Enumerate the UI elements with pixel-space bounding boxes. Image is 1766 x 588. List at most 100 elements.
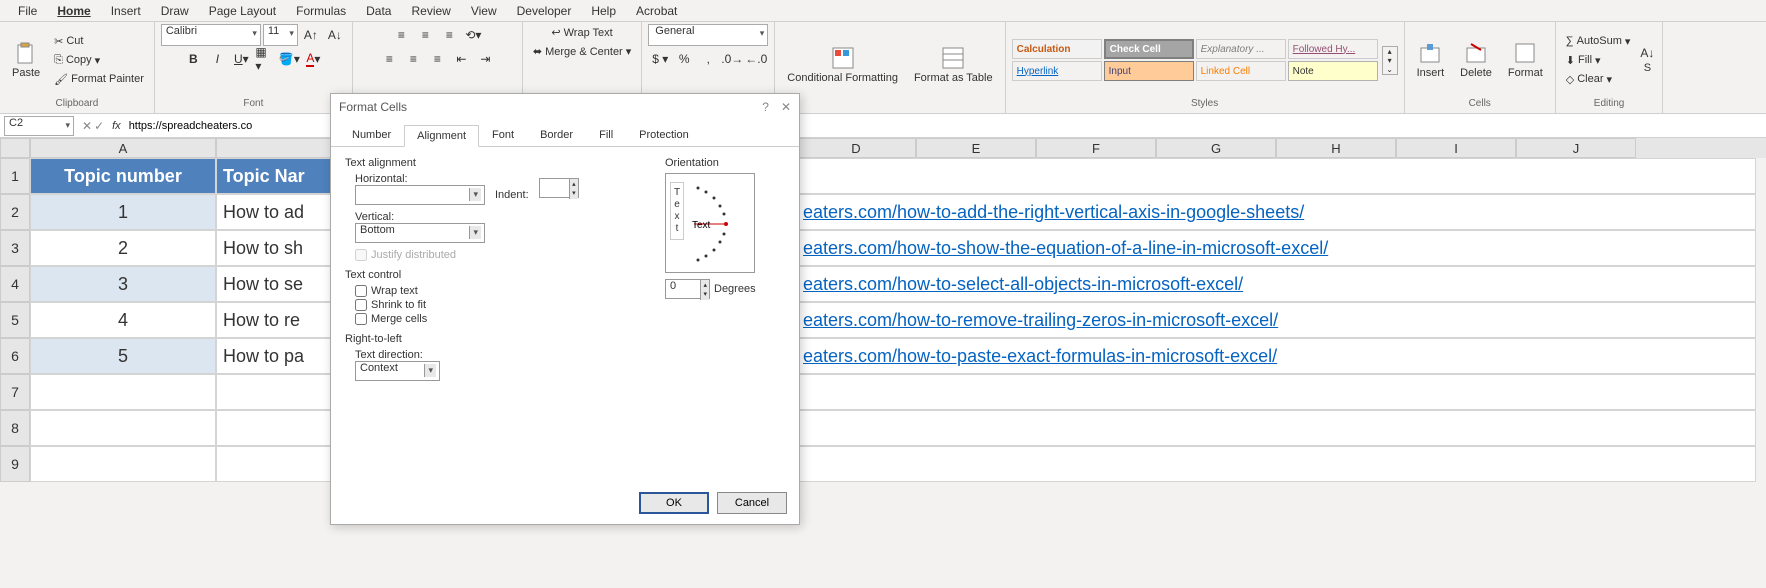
row-header-2[interactable]: 2: [0, 194, 30, 230]
cell-A8[interactable]: [30, 410, 216, 446]
number-format-select[interactable]: General: [648, 24, 768, 46]
col-header-E[interactable]: E: [916, 138, 1036, 158]
style-explanatory[interactable]: Explanatory ...: [1196, 39, 1286, 59]
menu-file[interactable]: File: [8, 2, 47, 20]
comma-button[interactable]: ,: [697, 48, 719, 70]
align-top-button[interactable]: ≡: [390, 24, 412, 46]
cell-C1-overflow[interactable]: [796, 158, 1756, 194]
cell-A1[interactable]: Topic number: [30, 158, 216, 194]
row-header-6[interactable]: 6: [0, 338, 30, 374]
conditional-formatting-button[interactable]: Conditional Formatting: [781, 42, 904, 88]
indent-spinner[interactable]: [539, 178, 579, 198]
style-calculation[interactable]: Calculation: [1012, 39, 1102, 59]
row-header-5[interactable]: 5: [0, 302, 30, 338]
align-right-button[interactable]: ≡: [426, 48, 448, 70]
style-hyperlink[interactable]: Hyperlink: [1012, 61, 1102, 81]
menu-review[interactable]: Review: [401, 2, 460, 20]
tab-number[interactable]: Number: [339, 124, 404, 146]
percent-button[interactable]: %: [673, 48, 695, 70]
menu-view[interactable]: View: [461, 2, 507, 20]
cut-button[interactable]: ✂Cut: [50, 33, 148, 50]
cell-A4[interactable]: 3: [30, 266, 216, 302]
tab-alignment[interactable]: Alignment: [404, 125, 479, 147]
col-header-G[interactable]: G: [1156, 138, 1276, 158]
cell-C5[interactable]: eaters.com/how-to-remove-trailing-zeros-…: [796, 302, 1756, 338]
italic-button[interactable]: I: [206, 48, 228, 70]
fill-button[interactable]: ⬇ Fill ▾: [1562, 52, 1635, 69]
menu-formulas[interactable]: Formulas: [286, 2, 356, 20]
currency-button[interactable]: $ ▾: [649, 48, 671, 70]
align-left-button[interactable]: ≡: [378, 48, 400, 70]
dialog-close-icon[interactable]: ✕: [781, 100, 791, 114]
fill-color-button[interactable]: 🪣▾: [278, 48, 300, 70]
align-center-button[interactable]: ≡: [402, 48, 424, 70]
horizontal-combo[interactable]: [355, 185, 485, 205]
style-followed-hyperlink[interactable]: Followed Hy...: [1288, 39, 1378, 59]
tab-border[interactable]: Border: [527, 124, 586, 146]
select-all-corner[interactable]: [0, 138, 30, 158]
format-painter-button[interactable]: 🖌Format Painter: [50, 71, 148, 88]
menu-home[interactable]: Home: [47, 2, 100, 20]
menu-insert[interactable]: Insert: [101, 2, 151, 20]
col-header-I[interactable]: I: [1396, 138, 1516, 158]
col-header-J[interactable]: J: [1516, 138, 1636, 158]
cell-C4[interactable]: eaters.com/how-to-select-all-objects-in-…: [796, 266, 1756, 302]
fx-icon[interactable]: fx: [108, 120, 125, 132]
merge-center-button[interactable]: ⬌Merge & Center ▾: [529, 43, 635, 60]
row-header-7[interactable]: 7: [0, 374, 30, 410]
copy-button[interactable]: ⎘Copy ▾: [50, 52, 148, 69]
row-header-3[interactable]: 3: [0, 230, 30, 266]
font-name-select[interactable]: Calibri: [161, 24, 261, 46]
cell-C3[interactable]: eaters.com/how-to-show-the-equation-of-a…: [796, 230, 1756, 266]
insert-cells-button[interactable]: Insert: [1411, 37, 1451, 83]
row-header-8[interactable]: 8: [0, 410, 30, 446]
styles-more[interactable]: ▴▾⌄: [1382, 46, 1398, 75]
cell-A5[interactable]: 4: [30, 302, 216, 338]
paste-button[interactable]: Paste: [6, 37, 46, 83]
sort-filter-button[interactable]: A↓S: [1638, 46, 1656, 74]
font-color-button[interactable]: A▾: [302, 48, 324, 70]
decrease-font-button[interactable]: A↓: [324, 24, 346, 46]
decrease-decimal-button[interactable]: ←.0: [745, 48, 767, 70]
orientation-vertical-text[interactable]: Text: [670, 182, 684, 240]
text-direction-combo[interactable]: Context: [355, 361, 440, 381]
menu-developer[interactable]: Developer: [507, 2, 582, 20]
align-bottom-button[interactable]: ≡: [438, 24, 460, 46]
menu-page-layout[interactable]: Page Layout: [199, 2, 286, 20]
increase-font-button[interactable]: A↑: [300, 24, 322, 46]
border-button[interactable]: ▦ ▾: [254, 48, 276, 70]
delete-cells-button[interactable]: Delete: [1454, 37, 1498, 83]
tab-font[interactable]: Font: [479, 124, 527, 146]
menu-draw[interactable]: Draw: [151, 2, 199, 20]
cell-A3[interactable]: 2: [30, 230, 216, 266]
tab-fill[interactable]: Fill: [586, 124, 626, 146]
ok-button[interactable]: OK: [639, 492, 709, 514]
row-header-9[interactable]: 9: [0, 446, 30, 482]
style-note[interactable]: Note: [1288, 61, 1378, 81]
shrink-to-fit-checkbox[interactable]: [355, 299, 367, 311]
row-header-1[interactable]: 1: [0, 158, 30, 194]
style-input[interactable]: Input: [1104, 61, 1194, 81]
autosum-button[interactable]: ∑ AutoSum ▾: [1562, 33, 1635, 50]
underline-button[interactable]: U ▾: [230, 48, 252, 70]
bold-button[interactable]: B: [182, 48, 204, 70]
wrap-text-checkbox[interactable]: [355, 285, 367, 297]
col-header-A[interactable]: A: [30, 138, 216, 158]
name-box[interactable]: C2: [4, 116, 74, 136]
col-header-H[interactable]: H: [1276, 138, 1396, 158]
format-cells-button[interactable]: Format: [1502, 37, 1549, 83]
style-linked-cell[interactable]: Linked Cell: [1196, 61, 1286, 81]
menu-acrobat[interactable]: Acrobat: [626, 2, 687, 20]
format-as-table-button[interactable]: Format as Table: [908, 42, 999, 88]
increase-indent-button[interactable]: ⇥: [474, 48, 496, 70]
vertical-combo[interactable]: Bottom: [355, 223, 485, 243]
degrees-spinner[interactable]: 0: [665, 279, 710, 299]
enter-formula-icon[interactable]: ✓: [94, 119, 104, 133]
cell-C6[interactable]: eaters.com/how-to-paste-exact-formulas-i…: [796, 338, 1756, 374]
cancel-button[interactable]: Cancel: [717, 492, 787, 514]
clear-button[interactable]: ◇ Clear ▾: [1562, 71, 1635, 88]
dialog-help-icon[interactable]: ?: [762, 100, 769, 114]
align-middle-button[interactable]: ≡: [414, 24, 436, 46]
cell-A7[interactable]: [30, 374, 216, 410]
cell-C2[interactable]: eaters.com/how-to-add-the-right-vertical…: [796, 194, 1756, 230]
